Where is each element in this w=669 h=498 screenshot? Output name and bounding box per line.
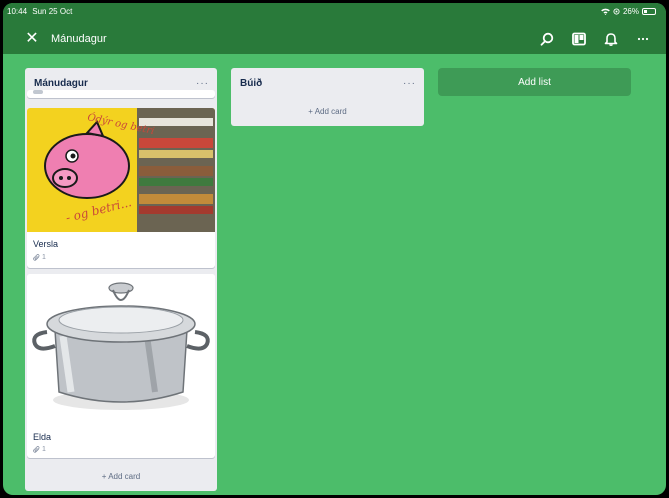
list-title: Búið <box>240 77 263 89</box>
paperclip-icon <box>33 446 40 453</box>
wifi-icon <box>601 8 610 15</box>
board-title: Mánudagur <box>51 33 107 45</box>
list-header: Búið ··· <box>231 68 424 98</box>
status-date: Sun 25 Oct <box>32 7 73 16</box>
status-bar: 10:44 Sun 25 Oct 26% <box>3 3 666 19</box>
list-title: Mánudagur <box>34 77 88 89</box>
list-menu-icon[interactable]: ··· <box>403 78 416 89</box>
battery-icon <box>642 8 656 15</box>
toolbar-actions <box>538 30 652 48</box>
attachment-count: 1 <box>42 254 46 261</box>
board-icon[interactable] <box>570 30 588 48</box>
toolbar: ✕ Mánudagur <box>3 24 666 54</box>
list-manudagur: Mánudagur ··· Ódýr og betri - og betri..… <box>25 68 217 491</box>
app-screen: 10:44 Sun 25 Oct 26% ✕ Mánudagur Mánudag… <box>3 3 666 495</box>
paperclip-icon <box>33 254 40 261</box>
card-elda[interactable]: Elda 1 <box>27 274 215 458</box>
status-clock: 10:44 <box>7 7 28 16</box>
list-item[interactable] <box>27 90 215 98</box>
list-buid: Búið ··· + Add card <box>231 68 424 126</box>
card-versla[interactable]: Ódýr og betri - og betri... Versla 1 <box>27 108 215 268</box>
attachment-badge: 1 <box>33 446 46 453</box>
cooking-pot-photo <box>27 274 215 422</box>
status-time: 10:44 Sun 25 Oct <box>7 7 72 16</box>
add-list-button[interactable]: Add list <box>438 68 631 96</box>
bell-icon[interactable] <box>602 30 620 48</box>
attachment-badge: 1 <box>33 254 46 261</box>
list-menu-icon[interactable]: ··· <box>196 78 209 89</box>
attachment-count: 1 <box>42 446 46 453</box>
close-icon[interactable]: ✕ <box>23 30 41 48</box>
orientation-lock-icon <box>613 8 620 15</box>
piggy-bank-store-photo: Ódýr og betri - og betri... <box>27 108 215 232</box>
status-indicators: 26% <box>601 7 656 16</box>
more-icon[interactable] <box>634 30 652 48</box>
card-title: Versla <box>33 239 59 249</box>
card-title: Elda <box>33 432 52 442</box>
add-card-button[interactable]: + Add card <box>231 98 424 124</box>
add-card-button[interactable]: + Add card <box>25 463 217 489</box>
app-bar: 10:44 Sun 25 Oct 26% ✕ Mánudagur <box>3 3 666 54</box>
battery-level: 26% <box>622 7 639 16</box>
search-icon[interactable] <box>538 30 556 48</box>
